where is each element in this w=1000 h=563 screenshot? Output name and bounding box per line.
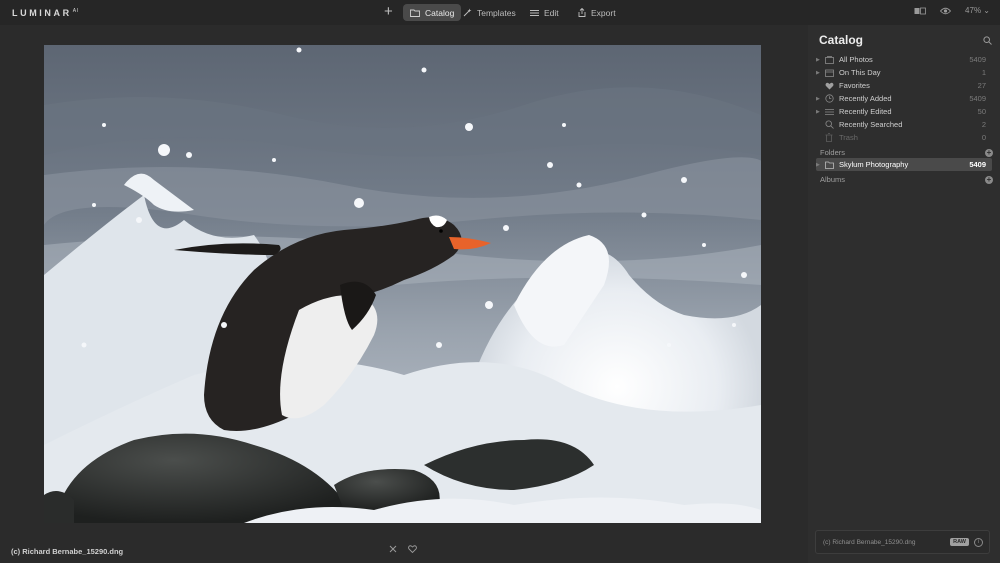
add-photos-button[interactable]: + <box>384 4 393 19</box>
sliders-icon <box>530 9 539 16</box>
sidebar-item-count: 0 <box>981 133 986 142</box>
sidebar-item-count: 1 <box>981 68 986 77</box>
sidebar-item-recently-added[interactable]: ▶ Recently Added 5409 <box>816 92 992 105</box>
albums-section-label: Albums <box>820 175 846 184</box>
trash-icon <box>825 133 833 142</box>
catalog-sidebar: Catalog ▶ All Photos 5409 ▶ On This Day … <box>808 25 1000 563</box>
search-icon <box>825 120 834 129</box>
heart-icon <box>825 82 834 89</box>
sidebar-item-label: Recently Searched <box>839 120 903 129</box>
tab-catalog[interactable]: Catalog <box>403 4 462 21</box>
expand-arrow-icon[interactable]: ▶ <box>816 162 825 168</box>
sidebar-title: Catalog <box>819 33 864 47</box>
tab-edit[interactable]: Edit <box>523 4 566 21</box>
folder-count: 5409 <box>969 160 986 169</box>
info-filename: (c) Richard Bernabe_15290.dng <box>823 539 916 546</box>
sidebar-item-label: Recently Edited <box>839 107 892 116</box>
tab-edit-label: Edit <box>544 7 559 18</box>
sidebar-item-label: On This Day <box>839 68 881 77</box>
sidebar-item-label: Trash <box>839 133 858 142</box>
sidebar-item-count: 27 <box>977 81 986 90</box>
sidebar-item-label: All Photos <box>839 55 873 64</box>
compare-view-icon[interactable] <box>914 7 926 15</box>
add-folder-button[interactable]: + <box>985 149 993 157</box>
search-icon[interactable] <box>983 36 992 45</box>
sidebar-item-recently-searched[interactable]: Recently Searched 2 <box>816 118 992 131</box>
tab-templates-label: Templates <box>477 7 516 18</box>
bottom-bar: (c) Richard Bernabe_15290.dng <box>0 540 808 563</box>
raw-badge: RAW <box>950 538 969 546</box>
folders-section-label: Folders <box>820 148 846 157</box>
tab-templates[interactable]: Templates <box>456 4 523 21</box>
sidebar-item-all-photos[interactable]: ▶ All Photos 5409 <box>816 53 992 66</box>
calendar-icon <box>825 69 834 77</box>
view-controls: 47% ⌄ <box>914 6 990 15</box>
photos-icon <box>825 55 834 64</box>
app-logo: LUMINARAI <box>12 8 80 18</box>
folder-icon <box>825 161 834 169</box>
clock-icon <box>825 94 834 103</box>
add-album-button[interactable]: + <box>985 176 993 184</box>
sidebar-item-skylum-photography[interactable]: ▶ Skylum Photography 5409 <box>816 158 992 171</box>
wand-icon <box>463 8 472 17</box>
folder-icon <box>410 9 420 17</box>
file-info-panel: (c) Richard Bernabe_15290.dng RAW i <box>815 530 990 554</box>
sidebar-item-trash[interactable]: Trash 0 <box>816 131 992 144</box>
sliders-icon <box>825 108 834 115</box>
sidebar-item-count: 2 <box>981 120 986 129</box>
heart-icon[interactable] <box>408 545 417 553</box>
tab-export[interactable]: Export <box>571 4 623 21</box>
info-icon[interactable]: i <box>974 538 983 547</box>
sidebar-item-recently-edited[interactable]: ▶ Recently Edited 50 <box>816 105 992 118</box>
penguin-photo-image <box>44 45 761 523</box>
sidebar-item-label: Favorites <box>839 81 870 90</box>
photo-viewer <box>0 25 808 540</box>
folder-label: Skylum Photography <box>839 160 909 169</box>
eye-icon[interactable] <box>940 7 952 15</box>
expand-arrow-icon[interactable]: ▶ <box>816 96 825 102</box>
tab-catalog-label: Catalog <box>425 7 455 18</box>
expand-arrow-icon[interactable]: ▶ <box>816 57 825 63</box>
expand-arrow-icon[interactable]: ▶ <box>816 70 825 76</box>
sidebar-item-favorites[interactable]: Favorites 27 <box>816 79 992 92</box>
sidebar-item-label: Recently Added <box>839 94 892 103</box>
sidebar-item-on-this-day[interactable]: ▶ On This Day 1 <box>816 66 992 79</box>
share-icon <box>578 8 586 17</box>
top-toolbar: LUMINARAI + Catalog Templates Edit Expor… <box>0 0 1000 25</box>
sidebar-item-count: 5409 <box>969 55 986 64</box>
photo-filename: (c) Richard Bernabe_15290.dng <box>11 547 124 556</box>
sidebar-item-count: 50 <box>977 107 986 116</box>
tab-export-label: Export <box>591 7 616 18</box>
reject-icon[interactable] <box>389 545 397 553</box>
main-photo[interactable] <box>44 45 761 523</box>
sidebar-item-count: 5409 <box>969 94 986 103</box>
zoom-dropdown[interactable]: 47% ⌄ <box>965 6 990 15</box>
expand-arrow-icon[interactable]: ▶ <box>816 109 825 115</box>
rating-controls <box>389 545 417 553</box>
